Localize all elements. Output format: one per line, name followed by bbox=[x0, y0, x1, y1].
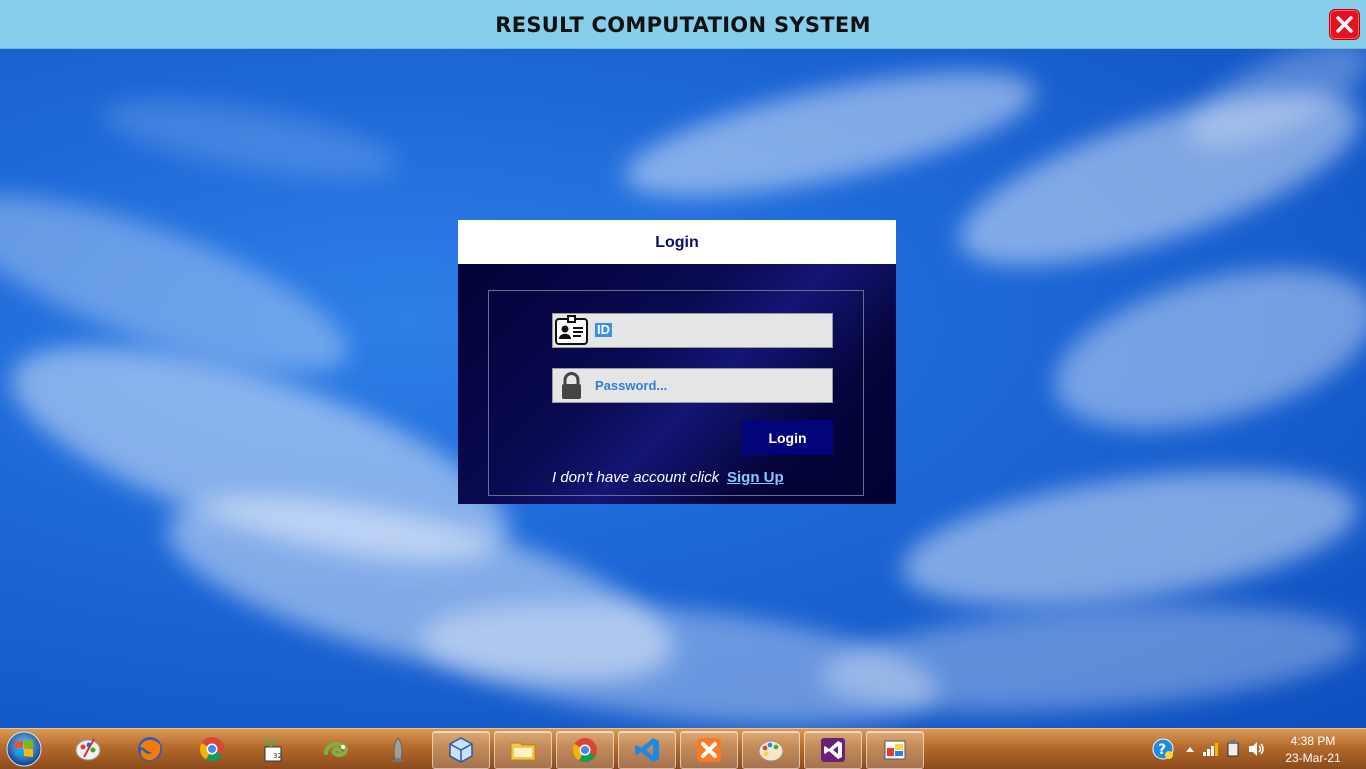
palette-icon bbox=[75, 738, 101, 761]
taskbar: 32 ? 4:38 PM 23-Mar-21 bbox=[0, 728, 1366, 769]
close-button[interactable] bbox=[1329, 9, 1360, 40]
taskbar-app-paint[interactable] bbox=[742, 731, 800, 769]
close-icon bbox=[1336, 16, 1353, 33]
id-card-icon bbox=[555, 315, 588, 345]
lock-icon bbox=[562, 372, 581, 399]
chrome-icon bbox=[572, 738, 597, 763]
svg-text:?: ? bbox=[1158, 742, 1166, 758]
window-title: RESULT COMPUTATION SYSTEM bbox=[495, 13, 871, 37]
sprout-icon: 32 bbox=[262, 739, 282, 762]
id-input-value: ID bbox=[595, 322, 612, 337]
tray-expand-icon[interactable] bbox=[1185, 745, 1195, 753]
start-button[interactable] bbox=[4, 730, 44, 768]
login-button[interactable]: Login bbox=[742, 420, 833, 455]
visual-studio-icon bbox=[821, 738, 845, 762]
login-panel: ID Password... Login I don't have accoun… bbox=[458, 264, 896, 504]
clock-time[interactable]: 4:38 PM bbox=[1278, 734, 1348, 748]
volume-icon[interactable] bbox=[1247, 740, 1265, 758]
login-title: Login bbox=[655, 234, 699, 251]
taskbar-app-chrome-profile[interactable] bbox=[556, 731, 614, 769]
taskbar-app-visual-studio[interactable] bbox=[804, 731, 862, 769]
title-bar: RESULT COMPUTATION SYSTEM bbox=[0, 0, 1366, 49]
rocket-icon bbox=[392, 737, 404, 762]
usb-device-icon[interactable] bbox=[1225, 740, 1241, 758]
taskbar-app-sprout[interactable]: 32 bbox=[244, 731, 300, 767]
taskbar-app-vscode[interactable] bbox=[618, 731, 676, 769]
password-placeholder: Password... bbox=[595, 378, 668, 393]
help-icon[interactable]: ? bbox=[1152, 738, 1174, 760]
vscode-icon bbox=[635, 738, 659, 762]
signup-link[interactable]: Sign Up bbox=[727, 469, 784, 486]
password-field[interactable]: Password... bbox=[552, 368, 833, 403]
signup-prompt: I don't have account click bbox=[552, 469, 720, 486]
taskbar-app-explorer[interactable] bbox=[494, 731, 552, 769]
taskbar-app-xampp[interactable] bbox=[680, 731, 738, 769]
taskbar-app-rocket[interactable] bbox=[370, 731, 426, 767]
chrome-icon bbox=[199, 737, 224, 762]
system-tray: ? 4:38 PM 23-Mar-21 bbox=[1136, 729, 1366, 769]
id-field[interactable]: ID bbox=[552, 313, 833, 348]
paint-icon bbox=[758, 740, 784, 762]
cube-icon bbox=[449, 737, 473, 763]
signal-icon[interactable] bbox=[1202, 741, 1218, 757]
taskbar-app-virtualbox[interactable] bbox=[432, 731, 490, 769]
chameleon-icon bbox=[324, 742, 349, 758]
svg-text:32: 32 bbox=[273, 752, 282, 760]
xampp-icon bbox=[697, 738, 721, 762]
firefox-icon bbox=[138, 737, 162, 761]
taskbar-app-chrome[interactable] bbox=[184, 731, 240, 767]
taskbar-app-palette[interactable] bbox=[60, 731, 116, 767]
taskbar-app-firefox[interactable] bbox=[122, 731, 178, 767]
taskbar-app-window[interactable] bbox=[866, 731, 924, 769]
login-header: Login bbox=[458, 220, 896, 264]
window-icon bbox=[884, 740, 906, 760]
clock-date[interactable]: 23-Mar-21 bbox=[1278, 751, 1348, 765]
folder-icon bbox=[510, 742, 536, 761]
taskbar-app-chameleon[interactable] bbox=[308, 731, 364, 767]
